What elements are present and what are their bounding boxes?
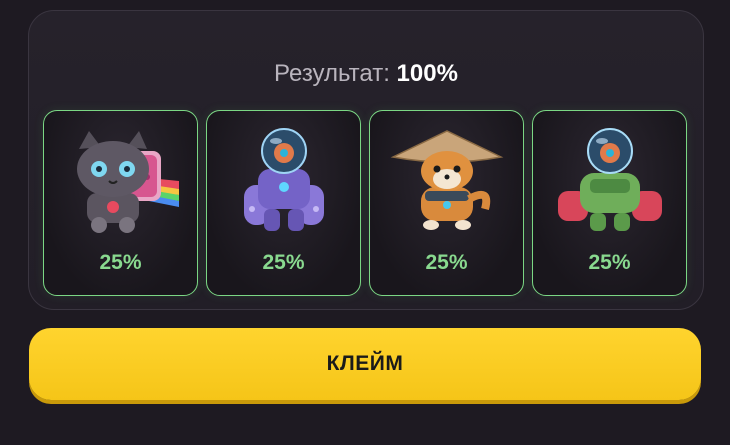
purple-robot-nft-icon [244, 128, 324, 231]
result-value: 100% [396, 60, 458, 87]
card-percent: 25% [262, 251, 305, 274]
reward-card-green-robot[interactable]: 25% [532, 110, 687, 296]
card-percent: 25% [425, 251, 468, 274]
reward-card-cat[interactable]: 25% [43, 110, 198, 296]
reward-card-shiba[interactable]: 25% [369, 110, 524, 296]
claim-button[interactable]: КЛЕЙМ [29, 328, 701, 400]
result-label: Результат: [274, 60, 390, 87]
shiba-dog-nft-icon [390, 130, 504, 230]
reward-card-purple-robot[interactable]: 25% [206, 110, 361, 296]
green-robot-nft-icon [558, 128, 662, 231]
result-heading: Результат: 100% [29, 60, 703, 88]
card-percent: 25% [99, 251, 142, 274]
card-percent: 25% [588, 251, 631, 274]
cat-nft-icon [77, 131, 179, 233]
